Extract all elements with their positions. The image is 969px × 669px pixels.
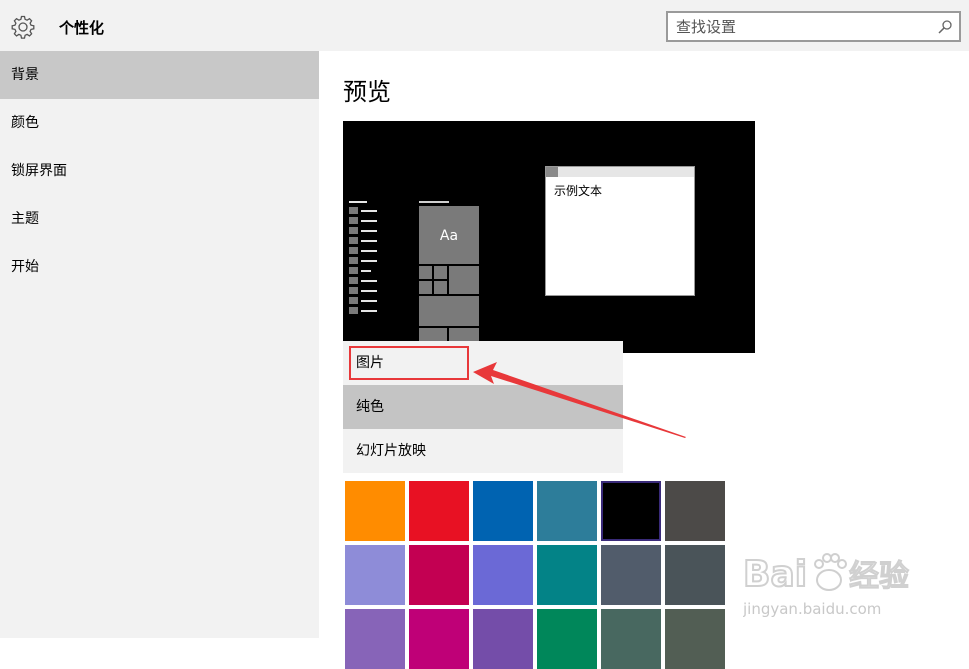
color-swatch[interactable] (665, 545, 725, 605)
color-swatch[interactable] (601, 609, 661, 669)
color-swatch[interactable] (537, 545, 597, 605)
color-swatch[interactable] (537, 481, 597, 541)
baidu-watermark-logo: Bai 经验 jingyan.baidu.com (743, 553, 910, 618)
color-swatch[interactable] (345, 481, 405, 541)
sidebar: 背景 颜色 锁屏界面 主题 开始 (0, 51, 319, 638)
color-swatch[interactable] (665, 609, 725, 669)
preview-sample-text: 示例文本 (554, 184, 603, 198)
svg-text:经验: 经验 (849, 559, 909, 594)
svg-text:Bai: Bai (743, 554, 807, 595)
svg-text:jingyan.baidu.com: jingyan.baidu.com (743, 600, 881, 618)
dropdown-option-solid-color[interactable]: 纯色 (343, 385, 623, 429)
color-swatch[interactable] (409, 545, 469, 605)
sidebar-item-start[interactable]: 开始 (0, 243, 319, 291)
color-swatch[interactable] (665, 481, 725, 541)
color-swatch[interactable] (537, 609, 597, 669)
search-box[interactable] (666, 11, 961, 42)
sidebar-item-background[interactable]: 背景 (0, 51, 319, 99)
color-swatch[interactable] (345, 545, 405, 605)
title-bar: 个性化 (0, 0, 969, 51)
color-swatch[interactable] (601, 545, 661, 605)
color-swatch[interactable] (473, 481, 533, 541)
annotation-highlight-box (349, 346, 469, 380)
color-swatch[interactable] (473, 545, 533, 605)
page-title: 个性化 (59, 19, 105, 37)
preview-sample-window: 示例文本 (545, 166, 695, 296)
color-swatch[interactable] (473, 609, 533, 669)
search-icon[interactable] (937, 19, 953, 35)
color-swatch[interactable] (409, 609, 469, 669)
color-swatch[interactable] (409, 481, 469, 541)
gear-icon (11, 15, 35, 39)
preview-tile-label: Aa (439, 228, 459, 244)
preview-heading: 预览 (343, 78, 391, 106)
color-swatch[interactable] (345, 609, 405, 669)
preview-pane: Aa 示例文本 (343, 121, 755, 353)
color-swatch[interactable] (601, 481, 661, 541)
sidebar-item-colors[interactable]: 颜色 (0, 99, 319, 147)
dropdown-option-slideshow[interactable]: 幻灯片放映 (343, 429, 623, 473)
sidebar-item-themes[interactable]: 主题 (0, 195, 319, 243)
sidebar-item-lock-screen[interactable]: 锁屏界面 (0, 147, 319, 195)
search-input[interactable] (676, 17, 926, 37)
